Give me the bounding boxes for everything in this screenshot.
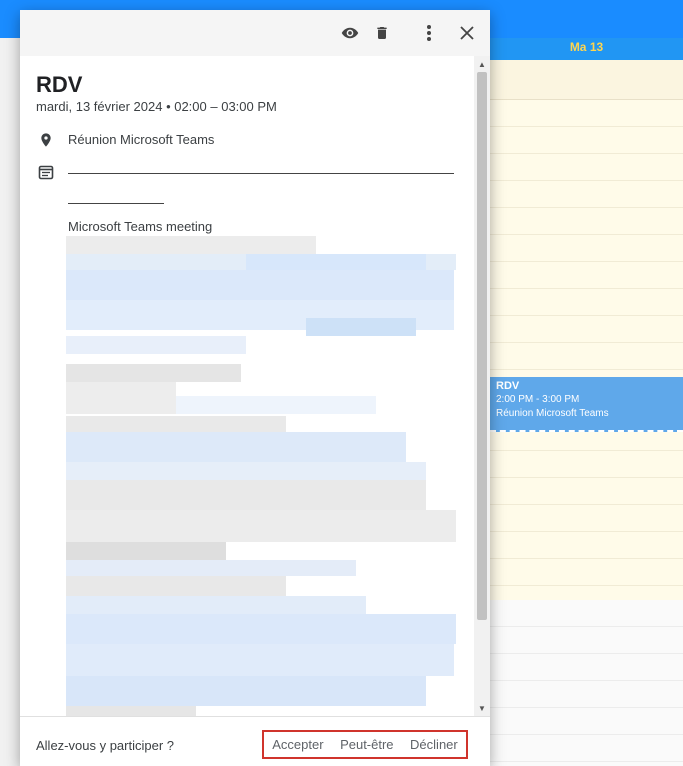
event-block-time: 2:00 PM - 3:00 PM <box>496 394 580 405</box>
scroll-down-arrow-icon[interactable]: ▼ <box>474 700 490 716</box>
popup-scrollbar[interactable]: ▲ ▼ <box>474 56 490 716</box>
calendar-time-grid[interactable] <box>490 100 683 600</box>
location-pin-icon <box>38 132 54 148</box>
close-icon[interactable] <box>454 20 480 46</box>
event-date-time: mardi, 13 février 2024 • 02:00 – 03:00 P… <box>36 99 277 114</box>
day-column-label[interactable]: Ma 13 <box>490 40 683 54</box>
event-detail-popup: RDV mardi, 13 février 2024 • 02:00 – 03:… <box>20 10 490 766</box>
scrollbar-thumb[interactable] <box>477 72 487 620</box>
eye-icon[interactable] <box>337 20 363 46</box>
scroll-up-arrow-icon[interactable]: ▲ <box>474 56 490 72</box>
rsvp-footer: Allez-vous y participer ? Accepter Peut-… <box>20 716 490 766</box>
rsvp-buttons-group: Accepter Peut-être Décliner <box>262 730 468 759</box>
event-title: RDV <box>36 72 83 97</box>
event-block-location: Réunion Microsoft Teams <box>496 408 609 419</box>
description-separator-short <box>68 203 164 204</box>
rsvp-question: Allez-vous y participer ? <box>36 738 174 753</box>
popup-header <box>20 10 490 56</box>
all-day-row[interactable] <box>490 60 683 100</box>
decline-button[interactable]: Décliner <box>410 737 458 752</box>
accept-button[interactable]: Accepter <box>272 737 323 752</box>
teams-meeting-heading: Microsoft Teams meeting <box>68 219 213 234</box>
event-block-title: RDV <box>496 380 520 392</box>
calendar-time-grid-after-hours[interactable] <box>490 600 683 766</box>
more-vert-icon[interactable] <box>416 20 442 46</box>
redacted-meeting-details <box>66 236 456 716</box>
background-left-strip <box>0 0 20 766</box>
description-icon <box>38 164 54 180</box>
description-separator <box>68 173 454 174</box>
event-location: Réunion Microsoft Teams <box>68 132 215 147</box>
trash-icon[interactable] <box>369 20 395 46</box>
popup-content: RDV mardi, 13 février 2024 • 02:00 – 03:… <box>20 56 472 716</box>
calendar-event-block[interactable]: RDV 2:00 PM - 3:00 PM Réunion Microsoft … <box>490 377 683 432</box>
maybe-button[interactable]: Peut-être <box>340 737 393 752</box>
